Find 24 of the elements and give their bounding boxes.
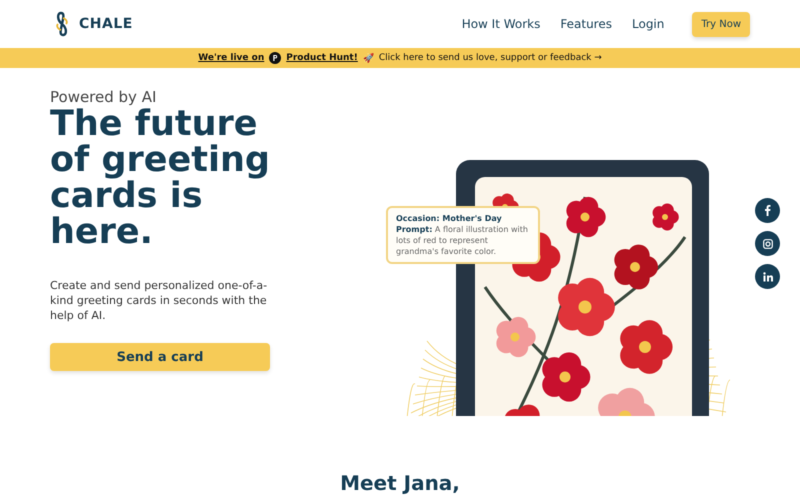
instagram-button[interactable]: [755, 231, 780, 256]
logo-icon: [55, 11, 69, 37]
linkedin-button[interactable]: [755, 264, 780, 289]
send-card-button[interactable]: Send a card: [50, 343, 270, 371]
hero-description: Create and send personalized one-of-a-kind greeting cards in seconds with the help of AI.: [50, 278, 268, 323]
facebook-icon: [764, 205, 771, 216]
facebook-button[interactable]: [755, 198, 780, 223]
section-heading: Meet Jana,: [340, 471, 460, 495]
nav-link[interactable]: Features: [560, 17, 612, 31]
hero-eyebrow: Powered by AI: [50, 88, 158, 106]
try-now-button[interactable]: Try Now: [692, 12, 750, 36]
hero-headline: The future of greeting cards is here.: [50, 106, 271, 250]
product-hunt-link[interactable]: Product Hunt!: [286, 53, 358, 63]
nav-link[interactable]: Login: [632, 17, 664, 31]
banner-link[interactable]: We're live on: [198, 53, 264, 63]
product-hunt-icon: [269, 52, 282, 64]
linkedin-icon: [762, 272, 772, 282]
occasion-title: Occasion: Mother's Day: [396, 213, 503, 224]
instagram-icon: [762, 238, 772, 248]
banner-message: Click here to send us love, support or feedback →: [378, 53, 602, 63]
nav-link[interactable]: How It Works: [462, 17, 540, 31]
brand-name: CHALE: [79, 16, 133, 32]
prompt-text: Prompt: A floral illustration with lots of red to represent grandma's favorite color.: [396, 224, 529, 257]
rocket-emoji: 🚀: [362, 52, 374, 64]
